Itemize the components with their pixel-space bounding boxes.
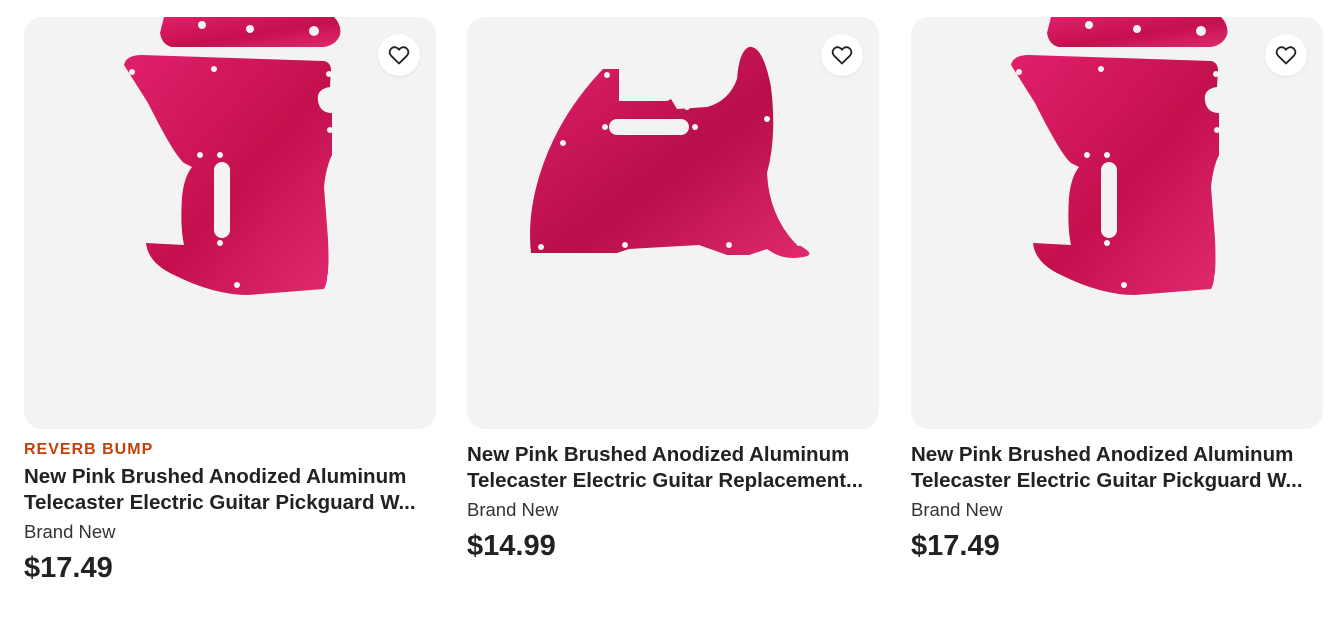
listing-image[interactable] bbox=[911, 17, 1323, 429]
listing-condition: Brand New bbox=[24, 521, 116, 542]
listing-grid: REVERB BUMP New Pink Brushed Anodized Al… bbox=[0, 0, 1342, 622]
listing-price: $17.49 bbox=[24, 552, 113, 584]
listing-price: $17.49 bbox=[911, 530, 1000, 562]
listing-condition: Brand New bbox=[467, 499, 559, 520]
listing-price: $14.99 bbox=[467, 530, 556, 562]
favorite-button[interactable] bbox=[821, 34, 863, 76]
heart-outline-icon bbox=[1275, 46, 1297, 65]
listing-card[interactable]: REVERB BUMP New Pink Brushed Anodized Al… bbox=[24, 17, 436, 585]
heart-outline-icon bbox=[831, 46, 853, 65]
listing-card[interactable]: New Pink Brushed Anodized Aluminum Telec… bbox=[467, 17, 879, 563]
promoted-badge: REVERB BUMP bbox=[24, 441, 154, 458]
pickguard-photo bbox=[124, 17, 341, 295]
listing-image[interactable] bbox=[467, 17, 879, 429]
favorite-button[interactable] bbox=[1265, 34, 1307, 76]
listing-title[interactable]: New Pink Brushed Anodized Aluminum Telec… bbox=[467, 442, 879, 494]
favorite-button[interactable] bbox=[378, 34, 420, 76]
listing-card[interactable]: New Pink Brushed Anodized Aluminum Telec… bbox=[911, 17, 1323, 563]
listing-image[interactable] bbox=[24, 17, 436, 429]
pickguard-photo bbox=[530, 46, 810, 258]
listing-title[interactable]: New Pink Brushed Anodized Aluminum Telec… bbox=[911, 442, 1323, 494]
pickguard-photo bbox=[1011, 17, 1228, 295]
listing-title[interactable]: New Pink Brushed Anodized Aluminum Telec… bbox=[24, 464, 436, 516]
heart-outline-icon bbox=[388, 46, 410, 65]
listing-condition: Brand New bbox=[911, 499, 1003, 520]
